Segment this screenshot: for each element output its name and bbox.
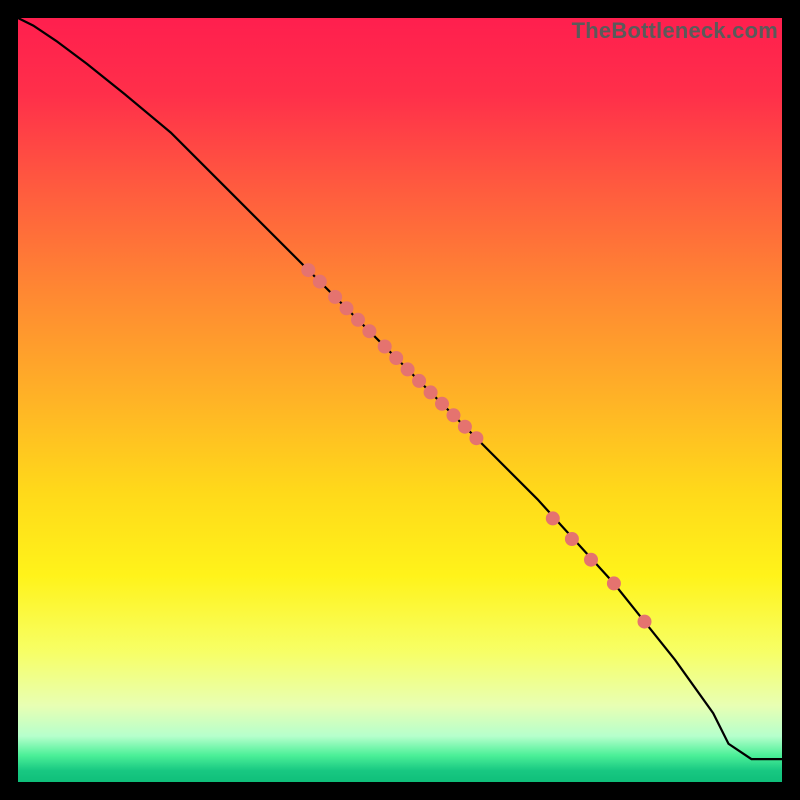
marker-dot <box>378 340 392 354</box>
marker-dot <box>546 511 560 525</box>
marker-dot <box>469 431 483 445</box>
marker-dot <box>301 263 315 277</box>
chart-overlay <box>18 18 782 782</box>
watermark-text: TheBottleneck.com <box>572 18 778 44</box>
marker-dot <box>458 420 472 434</box>
chart-frame: TheBottleneck.com <box>0 0 800 800</box>
marker-dot <box>351 313 365 327</box>
marker-dot <box>412 374 426 388</box>
marker-dot <box>313 275 327 289</box>
plot-area: TheBottleneck.com <box>18 18 782 782</box>
marker-dot <box>389 351 403 365</box>
marker-dot <box>401 362 415 376</box>
marker-dot <box>584 553 598 567</box>
marker-dot <box>340 301 354 315</box>
marker-dot <box>435 397 449 411</box>
marker-dot <box>607 576 621 590</box>
marker-dot <box>565 532 579 546</box>
curve-markers <box>301 263 651 628</box>
marker-dot <box>638 615 652 629</box>
marker-dot <box>328 290 342 304</box>
curve-line <box>18 18 782 759</box>
marker-dot <box>447 408 461 422</box>
marker-dot <box>362 324 376 338</box>
marker-dot <box>424 385 438 399</box>
